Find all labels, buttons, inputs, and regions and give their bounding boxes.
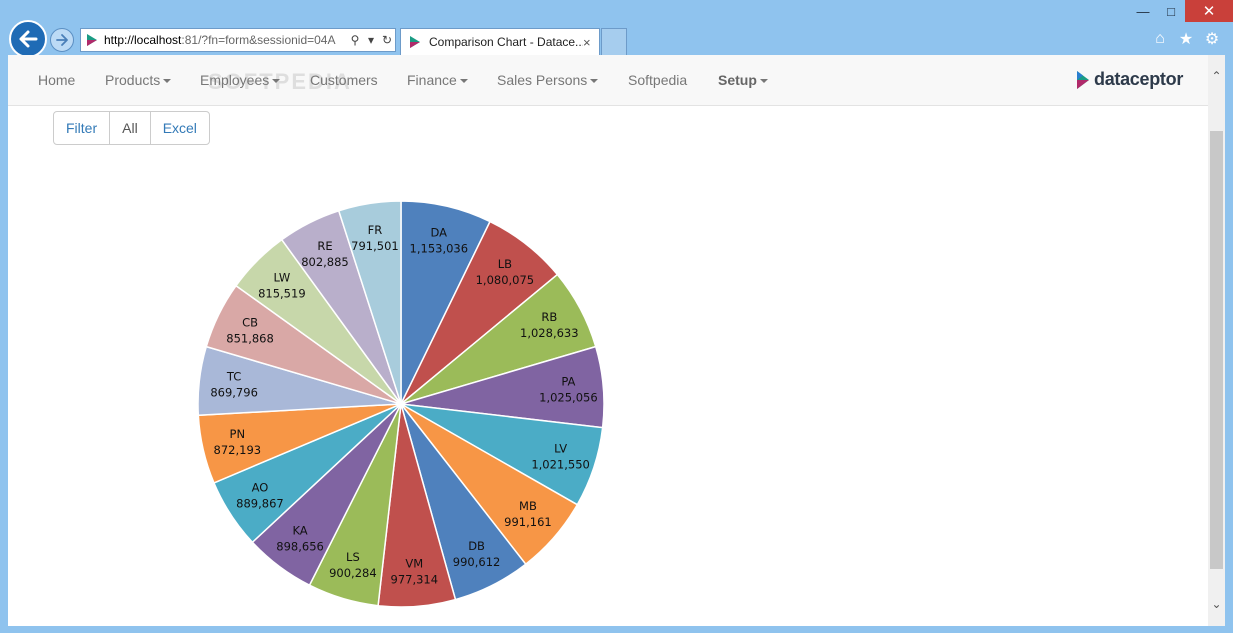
slice-label-cb: CB (242, 315, 258, 329)
slice-label-ao: AO (252, 480, 269, 494)
slice-value-ao: 889,867 (236, 496, 284, 510)
address-url[interactable]: http://localhost:81/?fn=form&sessionid=0… (104, 33, 347, 47)
search-icon[interactable]: ⚲ (347, 33, 363, 47)
url-rest: :81/?fn=form&sessionid=04A (181, 33, 336, 47)
slice-label-vm: VM (405, 556, 423, 570)
tab-favicon-icon (410, 36, 420, 48)
window-controls: — □ ✕ (1129, 0, 1233, 22)
scroll-thumb[interactable] (1210, 131, 1223, 569)
forward-arrow-icon[interactable] (50, 28, 74, 52)
slice-label-lv: LV (554, 442, 567, 456)
slice-value-fr: 791,501 (351, 239, 399, 253)
slice-value-ls: 900,284 (329, 566, 377, 580)
slice-label-ka: KA (292, 523, 307, 537)
slice-value-tc: 869,796 (210, 386, 258, 400)
slice-value-mb: 991,161 (504, 515, 552, 529)
slice-value-pn: 872,193 (214, 443, 262, 457)
address-bar[interactable]: http://localhost:81/?fn=form&sessionid=0… (80, 28, 396, 52)
slice-label-da: DA (431, 225, 448, 239)
slice-label-re: RE (317, 239, 332, 253)
minimize-icon[interactable]: — (1129, 0, 1157, 22)
url-host: http://localhost (104, 33, 182, 47)
pie-chart: DA 1,153,036 LB 1,080,075 RB 1,028,633 PA 1,025… (197, 200, 605, 608)
close-window-icon[interactable]: ✕ (1185, 0, 1233, 22)
slice-label-lb: LB (498, 257, 512, 271)
tab-title: Comparison Chart - Datace... (429, 35, 583, 49)
slice-label-pa: PA (561, 375, 575, 389)
slice-value-lw: 815,519 (258, 287, 306, 301)
tab-close-icon[interactable]: × (583, 35, 599, 50)
site-favicon-icon (87, 34, 97, 46)
slice-label-rb: RB (541, 310, 557, 324)
browser-tools: ⌂ ★ ⚙ (1151, 30, 1221, 48)
slice-label-fr: FR (368, 223, 383, 237)
slice-value-re: 802,885 (301, 255, 349, 269)
slice-label-mb: MB (519, 499, 537, 513)
dropdown-icon[interactable]: ▾ (363, 33, 379, 47)
slice-value-pa: 1,025,056 (539, 391, 598, 405)
slice-value-ka: 898,656 (276, 539, 324, 553)
slice-value-db: 990,612 (453, 555, 501, 569)
scroll-up-icon[interactable]: ⌃ (1208, 67, 1225, 84)
slice-label-ls: LS (346, 550, 360, 564)
slice-value-vm: 977,314 (391, 572, 439, 586)
slice-value-rb: 1,028,633 (520, 326, 579, 340)
settings-gear-icon[interactable]: ⚙ (1203, 30, 1221, 48)
slice-label-pn: PN (230, 427, 246, 441)
slice-value-cb: 851,868 (226, 331, 274, 345)
slice-value-lb: 1,080,075 (476, 273, 535, 287)
refresh-icon[interactable]: ↻ (379, 33, 395, 47)
slice-value-lv: 1,021,550 (531, 458, 590, 472)
slice-value-da: 1,153,036 (410, 241, 469, 255)
slice-label-tc: TC (226, 370, 241, 384)
browser-tab[interactable]: Comparison Chart - Datace... × (400, 28, 600, 55)
scroll-down-icon[interactable]: ⌄ (1208, 595, 1225, 612)
slice-label-db: DB (468, 539, 485, 553)
maximize-icon[interactable]: □ (1157, 0, 1185, 22)
new-tab-button[interactable] (601, 28, 627, 55)
slice-label-lw: LW (274, 271, 291, 285)
back-arrow-icon[interactable] (9, 20, 47, 58)
vertical-scrollbar[interactable]: ⌃ ⌄ (1208, 55, 1225, 626)
page-viewport: SOFTPEDIA Home Products Employees Custom… (8, 55, 1225, 626)
favorites-star-icon[interactable]: ★ (1177, 30, 1195, 48)
window-titlebar: — □ ✕ http://localhost:81/?fn=form&sessi… (0, 0, 1233, 58)
home-icon[interactable]: ⌂ (1151, 30, 1169, 48)
